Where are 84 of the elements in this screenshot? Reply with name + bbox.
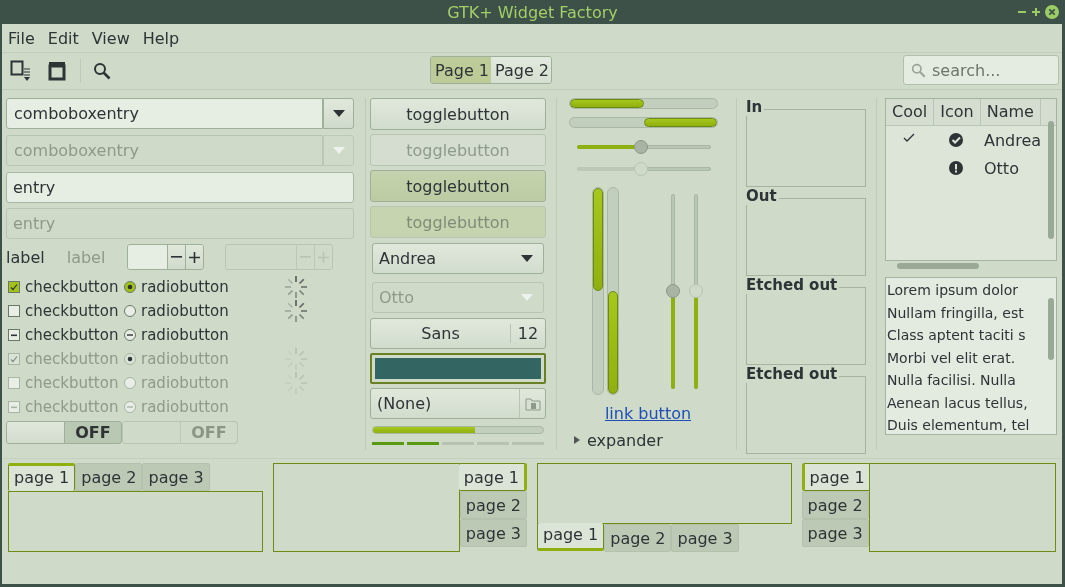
file-chooser-button[interactable]: (None) [370, 388, 546, 419]
column-header[interactable]: Name [980, 99, 1041, 125]
menu-item[interactable]: View [91, 26, 130, 50]
menu-item[interactable]: Edit [47, 26, 79, 50]
checkbox[interactable] [8, 329, 20, 341]
menu-item[interactable]: File [8, 26, 35, 50]
caret-icon [332, 147, 345, 154]
spin-button[interactable] [127, 244, 205, 270]
notebook-tab[interactable]: page 3 [142, 463, 210, 491]
notebook-tab[interactable]: page 3 [459, 519, 527, 547]
toggle-button[interactable]: togglebutton [370, 170, 546, 202]
stack-switcher-button[interactable]: Page 2 [491, 57, 551, 83]
notebook-tab[interactable]: page 1 [537, 523, 605, 551]
combo-box[interactable]: Andrea [372, 243, 544, 274]
checkbox-label[interactable]: checkbutton [25, 326, 119, 344]
label: label [6, 247, 45, 267]
close-icon[interactable] [1045, 5, 1059, 19]
column-header[interactable]: Cool [886, 99, 935, 125]
radio-button[interactable] [124, 329, 136, 341]
checkbox[interactable] [8, 281, 20, 293]
checkbox[interactable] [8, 305, 20, 317]
document-icon[interactable] [10, 60, 32, 82]
search-icon[interactable] [93, 62, 111, 80]
checkbox-label[interactable]: checkbutton [25, 302, 119, 320]
stack-switcher-button[interactable]: Page 1 [431, 57, 491, 83]
notebook-tab[interactable]: page 2 [604, 524, 672, 552]
search-field[interactable]: search... [903, 55, 1059, 85]
slider[interactable] [577, 139, 711, 154]
frame-label: Etched out [746, 276, 840, 294]
text-view[interactable]: Lorem ipsum dolor Nullam fringilla, est Class aptent taciti s Morbi vel elit erat. Nulla facilisi. Nulla Aenean lacus tellus, Duis elementum, tel [885, 277, 1057, 435]
radio-label[interactable]: radiobutton [141, 278, 229, 296]
notebook-tab[interactable]: page 2 [75, 463, 143, 491]
text-line: Lorem ipsum dolor [886, 281, 1019, 300]
link[interactable]: link button [604, 404, 692, 423]
menu-item[interactable]: Help [142, 26, 180, 50]
plus-icon [189, 251, 201, 263]
search-icon [911, 63, 926, 78]
caret-icon [521, 255, 533, 262]
scrollbar-thumb[interactable] [1048, 121, 1054, 239]
toggle-button[interactable]: togglebutton [370, 98, 546, 130]
combo-entry-field[interactable]: comboboxentry [6, 98, 323, 129]
check-icon[interactable] [903, 133, 915, 143]
notebook-tab[interactable]: page 1 [458, 463, 527, 491]
table-cell-text: Otto [983, 158, 1019, 178]
text-line: Duis elementum, tel [886, 416, 1031, 434]
text-line: Morbi vel elit erat. [886, 348, 1017, 368]
expander-label[interactable]: expander [587, 431, 663, 450]
frame-label: Etched out [746, 365, 840, 383]
notebook-tab[interactable]: page 1 [801, 463, 870, 491]
radio-button[interactable] [124, 281, 136, 293]
frame-label: In [746, 98, 765, 116]
radio-button[interactable] [124, 305, 136, 317]
expander-arrow-icon[interactable] [573, 435, 581, 446]
switch[interactable]: OFF [6, 421, 122, 444]
font-button[interactable]: Sans 12 [370, 318, 546, 349]
minus-icon [170, 256, 182, 258]
radio-label[interactable]: radiobutton [141, 302, 229, 320]
window-title: GTK+ Widget Factory [447, 2, 618, 22]
maximize-icon[interactable] [1031, 7, 1041, 17]
caret-icon [332, 110, 345, 117]
text-line: Aenean lacus tellus, [886, 393, 1029, 413]
notebook-tab[interactable]: page 3 [671, 524, 739, 552]
text-line: Nullam fringilla, est [886, 303, 1025, 323]
label: label [66, 247, 106, 267]
scrollbar-thumb[interactable] [1048, 298, 1054, 360]
column-header[interactable]: Icon [934, 99, 981, 125]
entry-field[interactable]: entry [6, 172, 354, 203]
frame-label: Out [746, 187, 779, 205]
text-line: Nulla facilisi. Nulla [886, 371, 1017, 390]
radio-label[interactable]: radiobutton [141, 326, 229, 344]
dropdown-button[interactable] [323, 98, 354, 129]
checkbox-label[interactable]: checkbutton [25, 278, 119, 296]
color-button[interactable] [370, 353, 546, 384]
caret-icon [521, 294, 533, 301]
notebook-tab[interactable]: page 1 [8, 463, 76, 491]
folder-icon [524, 396, 541, 411]
notebook-tab[interactable]: page 2 [459, 491, 527, 519]
window-icon[interactable] [48, 61, 66, 81]
scrollbar-thumb[interactable] [897, 263, 979, 269]
notebook-tab[interactable]: page 3 [801, 519, 869, 547]
text-line: Class aptent taciti s [886, 326, 1027, 345]
notebook-tab[interactable]: page 2 [801, 491, 869, 519]
table-cell-text: Andrea [983, 130, 1042, 150]
slider[interactable] [666, 193, 680, 389]
